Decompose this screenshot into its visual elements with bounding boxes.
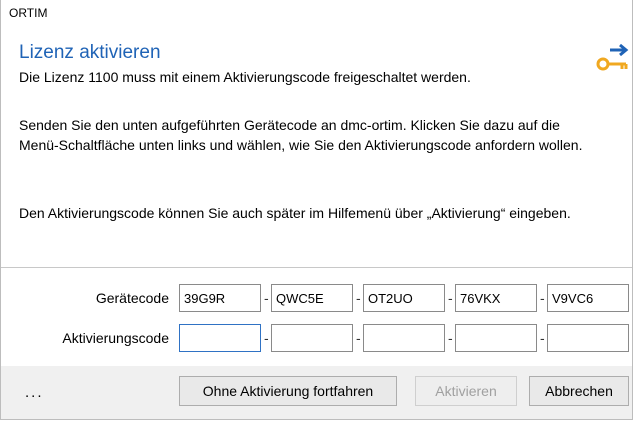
cancel-button[interactable]: Abbrechen: [529, 376, 629, 406]
device-code-field-5[interactable]: V9VC6: [547, 284, 629, 312]
device-code-field-4[interactable]: 76VKX: [455, 284, 537, 312]
subtitle-text: Die Lizenz 1100 muss mit einem Aktivieru…: [19, 69, 471, 85]
separator: -: [448, 290, 453, 306]
separator: -: [448, 330, 453, 346]
device-code-field-2[interactable]: QWC5E: [271, 284, 353, 312]
button-bar: ... Ohne Aktivierung fortfahren Aktivier…: [1, 366, 632, 419]
separator: -: [356, 290, 361, 306]
activation-code-field-5[interactable]: [547, 324, 629, 352]
key-arrow-icon: [596, 44, 629, 71]
separator: -: [264, 290, 269, 306]
separator: -: [356, 330, 361, 346]
activation-code-field-2[interactable]: [271, 324, 353, 352]
separator: -: [540, 330, 545, 346]
separator: -: [540, 290, 545, 306]
device-code-field-3[interactable]: OT2UO: [363, 284, 445, 312]
continue-without-activation-button[interactable]: Ohne Aktivierung fortfahren: [179, 376, 397, 406]
window-title: ORTIM: [9, 6, 48, 20]
instruction-text: Senden Sie den unten aufgeführten Geräte…: [19, 117, 583, 153]
activation-code-field-3[interactable]: [363, 324, 445, 352]
hint-text: Den Aktivierungscode können Sie auch spä…: [19, 205, 571, 221]
divider: [1, 267, 632, 268]
activation-code-field-4[interactable]: [455, 324, 537, 352]
more-menu-button[interactable]: ...: [25, 384, 44, 401]
dialog-window: ORTIM Lizenz aktivieren Die Lizenz 1100 …: [0, 0, 633, 420]
activation-code-field-1[interactable]: [179, 324, 261, 352]
device-code-field-1[interactable]: 39G9R: [179, 284, 261, 312]
separator: -: [264, 330, 269, 346]
page-title: Lizenz aktivieren: [19, 42, 161, 63]
activation-code-label: Aktivierungscode: [62, 330, 169, 346]
activate-button[interactable]: Aktivieren: [415, 376, 517, 406]
device-code-label: Gerätecode: [95, 290, 169, 306]
